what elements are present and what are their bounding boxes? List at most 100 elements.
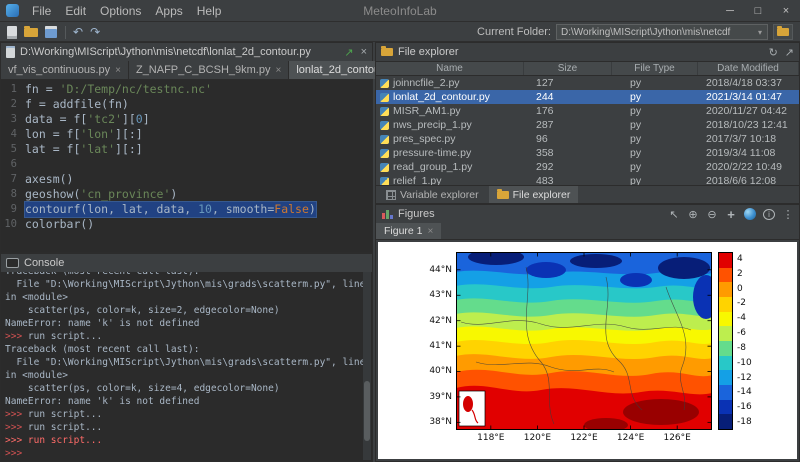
select-tool-icon[interactable]: ↖ — [668, 208, 680, 221]
file-date-modified: 2018/10/23 12:41 — [698, 119, 799, 131]
window-minimize-button[interactable]: ─ — [716, 0, 744, 21]
file-row-joinncfile_2.py[interactable]: joinncfile_2.py127py2018/4/18 03:37 — [376, 76, 799, 90]
python-file-icon — [380, 93, 389, 102]
file-date-modified: 2019/3/4 11:08 — [698, 147, 799, 159]
code-text: lat = f['lat'][:] — [25, 142, 143, 157]
y-tick-label: 39°N — [418, 392, 452, 402]
scrollbar-thumb[interactable] — [364, 381, 370, 441]
file-row-pres_spec.py[interactable]: pres_spec.py96py2017/3/7 10:18 — [376, 132, 799, 146]
colorbar-segment — [719, 268, 732, 283]
figures-panel: Figures ↖ ⊕ ⊖ + i ⋮ Figure 1 × — [375, 204, 800, 462]
file-row-MISR_AM1.py[interactable]: MISR_AM1.py176py2020/11/27 04:42 — [376, 104, 799, 118]
close-panel-icon[interactable]: × — [361, 46, 367, 58]
y-tick-label: 43°N — [418, 290, 452, 300]
column-header-date-modified[interactable]: Date Modified — [698, 62, 799, 75]
code-text: colorbar() — [25, 217, 94, 232]
figure-canvas[interactable]: 44°N43°N42°N41°N40°N39°N38°N 118°E120°E1… — [378, 242, 797, 459]
file-size: 292 — [524, 161, 612, 173]
code-text: f = addfile(fn) — [25, 97, 129, 112]
file-size: 244 — [524, 91, 612, 103]
file-row-nws_precip_1.py[interactable]: nws_precip_1.py287py2018/10/23 12:41 — [376, 118, 799, 132]
console-line: NameError: name 'k' is not defined — [5, 317, 368, 330]
zoom-in-icon[interactable]: ⊕ — [687, 208, 699, 221]
console-prompt: >>> — [5, 435, 28, 446]
menu-file[interactable]: File — [25, 4, 58, 18]
console-output[interactable]: Traceback (most recent call last): File … — [1, 272, 372, 461]
file-row-lonlat_2d_contour.py[interactable]: lonlat_2d_contour.py244py2021/3/14 01:47 — [376, 90, 799, 104]
file-size: 358 — [524, 147, 612, 159]
file-row-relief_1.py[interactable]: relief_1.py483py2018/6/6 12:08 — [376, 174, 799, 185]
code-editor[interactable]: 1fn = 'D:/Temp/nc/testnc.nc'2f = addfile… — [1, 80, 372, 252]
code-text: data = f['tc2'][0] — [25, 112, 150, 127]
column-header-size[interactable]: Size — [524, 62, 612, 75]
current-folder-combobox[interactable]: D:\Working\MIScript\Jython\mis\netcdf ▾ — [556, 24, 768, 40]
toolbar-separator — [65, 26, 66, 39]
console-prompt: >>> — [5, 448, 28, 459]
tab-file-explorer[interactable]: File explorer — [489, 186, 579, 203]
file-type: py — [612, 133, 698, 145]
app-logo-icon — [6, 4, 19, 17]
column-header-file-type[interactable]: File Type — [612, 62, 698, 75]
browse-folder-button[interactable] — [773, 24, 793, 40]
python-file-icon — [380, 79, 389, 88]
close-tab-icon[interactable]: × — [115, 65, 121, 76]
main-toolbar: ↶↷ Current Folder: D:\Working\MIScript\J… — [0, 23, 800, 42]
file-row-read_group_1.py[interactable]: read_group_1.py292py2020/2/22 10:49 — [376, 160, 799, 174]
file-date-modified: 2020/2/22 10:49 — [698, 161, 799, 173]
float-window-icon[interactable]: ↗ — [785, 46, 794, 59]
line-number: 9 — [1, 202, 25, 217]
file-name: nws_precip_1.py — [393, 119, 472, 131]
console-line: in <module> — [5, 369, 368, 382]
refresh-icon[interactable]: ↻ — [769, 46, 778, 59]
window-close-button[interactable]: × — [772, 0, 800, 21]
y-tick-label: 41°N — [418, 341, 452, 351]
menu-help[interactable]: Help — [190, 4, 229, 18]
undo-icon[interactable]: ↶ — [73, 24, 83, 40]
console-line: File "D:\Working\MIScript\Jython\mis\gra… — [5, 356, 368, 369]
float-window-icon[interactable]: ↗ — [344, 46, 353, 59]
more-icon[interactable]: ⋮ — [782, 208, 794, 221]
code-line: 2f = addfile(fn) — [1, 97, 372, 112]
python-file-icon — [380, 163, 389, 172]
redo-icon[interactable]: ↷ — [90, 24, 100, 40]
editor-tab-label: vf_vis_continuous.py — [8, 64, 110, 76]
menu-options[interactable]: Options — [93, 4, 148, 18]
figures-title: Figures — [398, 208, 435, 220]
menu-edit[interactable]: Edit — [58, 4, 93, 18]
code-text: contourf(lon, lat, data, 10, smooth=Fals… — [25, 202, 316, 217]
close-tab-icon[interactable]: × — [275, 65, 281, 76]
colorbar-value-label: -8 — [737, 343, 746, 353]
column-header-name[interactable]: Name — [376, 62, 524, 75]
line-number: 10 — [1, 217, 25, 232]
chevron-down-icon[interactable]: ▾ — [753, 28, 767, 37]
console-icon — [6, 258, 19, 268]
file-row-pressure-time.py[interactable]: pressure-time.py358py2019/3/4 11:08 — [376, 146, 799, 160]
colorbar-value-label: 4 — [737, 254, 743, 264]
tab-figure-1[interactable]: Figure 1 × — [376, 223, 441, 239]
code-text: axesm() — [25, 172, 73, 187]
colorbar-value-label: -18 — [737, 417, 752, 427]
editor-tab-vf_vis_continuous-py[interactable]: vf_vis_continuous.py × — [1, 61, 129, 79]
title-bar: FileEditOptionsAppsHelp MeteoInfoLab ─□× — [0, 0, 800, 22]
close-tab-icon[interactable]: × — [428, 226, 434, 237]
line-number: 5 — [1, 142, 25, 157]
globe-icon[interactable] — [744, 208, 756, 220]
pan-icon[interactable]: + — [725, 207, 737, 222]
window-controls: ─□× — [716, 0, 800, 21]
console-scrollbar[interactable] — [363, 272, 371, 460]
file-size: 127 — [524, 77, 612, 89]
file-table-rows: joinncfile_2.py127py2018/4/18 03:37lonla… — [376, 76, 799, 185]
menu-bar: FileEditOptionsAppsHelp — [25, 4, 228, 18]
info-icon[interactable]: i — [763, 209, 775, 220]
file-name: lonlat_2d_contour.py — [393, 91, 490, 103]
editor-tab-Z_NAFP_C_BCSH_9km-py[interactable]: Z_NAFP_C_BCSH_9km.py× — [129, 61, 289, 79]
zoom-out-icon[interactable]: ⊖ — [706, 208, 718, 221]
file-type: py — [612, 77, 698, 89]
tab-variable-explorer[interactable]: Variable explorer — [378, 186, 487, 203]
tab-label: File explorer — [513, 189, 571, 201]
window-maximize-button[interactable]: □ — [744, 0, 772, 21]
menu-apps[interactable]: Apps — [148, 4, 189, 18]
file-size: 176 — [524, 105, 612, 117]
line-number: 3 — [1, 112, 25, 127]
code-text: fn = 'D:/Temp/nc/testnc.nc' — [25, 82, 212, 97]
